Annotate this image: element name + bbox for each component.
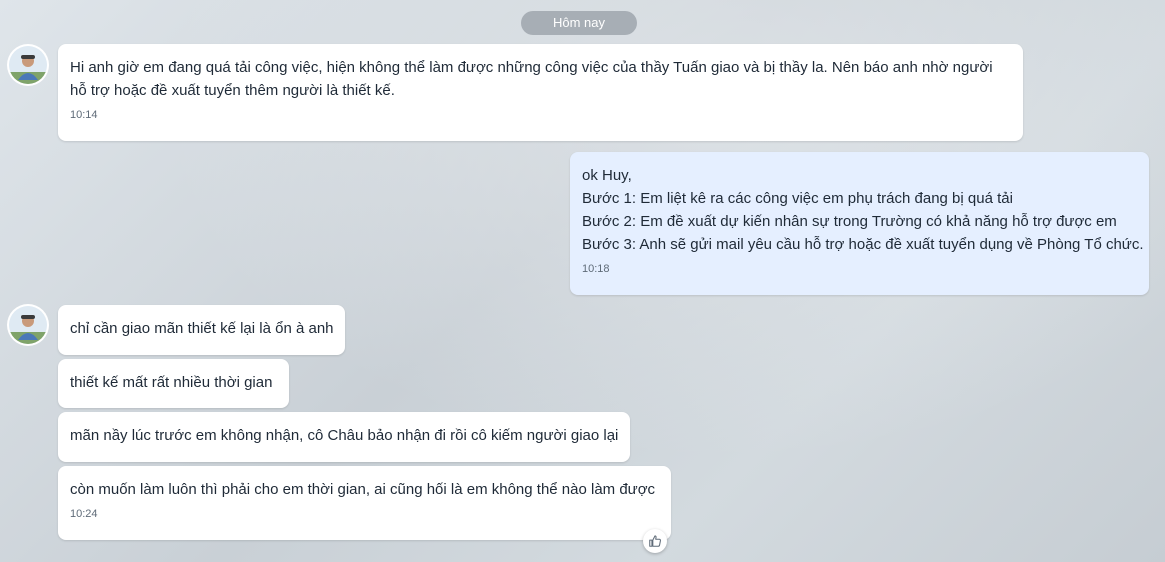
message-text: thiết kế mất rất nhiều thời gian	[70, 374, 273, 391]
message-bubble-incoming[interactable]: thiết kế mất rất nhiều thời gian	[58, 359, 289, 408]
message-line: Bước 2: Em đề xuất dự kiến nhân sự trong…	[582, 213, 1117, 230]
message-timestamp: 10:14	[70, 109, 98, 121]
message-bubble-incoming[interactable]: chỉ cần giao mãn thiết kế lại là ổn à an…	[58, 305, 345, 355]
message-bubble-outgoing[interactable]: ok Huy, Bước 1: Em liệt kê ra các công v…	[570, 152, 1149, 295]
message-bubble-incoming[interactable]: còn muốn làm luôn thì phải cho em thời g…	[58, 466, 671, 540]
message-line: Bước 1: Em liệt kê ra các công việc em p…	[582, 190, 1013, 207]
date-divider: Hôm nay	[521, 11, 637, 35]
message-timestamp: 10:24	[70, 508, 98, 520]
reaction-button[interactable]	[643, 529, 667, 553]
user-avatar-icon	[9, 46, 47, 84]
user-avatar-icon	[9, 306, 47, 344]
message-text: mãn nầy lúc trước em không nhận, cô Châu…	[70, 427, 619, 444]
message-text: chỉ cần giao mãn thiết kế lại là ổn à an…	[70, 320, 334, 337]
message-line: ok Huy,	[582, 167, 632, 184]
message-text: Hi anh giờ em đang quá tải công việc, hi…	[70, 59, 993, 99]
thumbs-up-icon	[649, 535, 661, 547]
message-bubble-incoming[interactable]: mãn nầy lúc trước em không nhận, cô Châu…	[58, 412, 630, 462]
message-bubble-incoming[interactable]: Hi anh giờ em đang quá tải công việc, hi…	[58, 44, 1023, 141]
avatar[interactable]	[9, 46, 47, 84]
message-timestamp: 10:18	[582, 263, 610, 275]
message-line: Bước 3: Anh sẽ gửi mail yêu cầu hỗ trợ h…	[582, 236, 1144, 253]
message-text: còn muốn làm luôn thì phải cho em thời g…	[70, 481, 656, 498]
avatar[interactable]	[9, 306, 47, 344]
